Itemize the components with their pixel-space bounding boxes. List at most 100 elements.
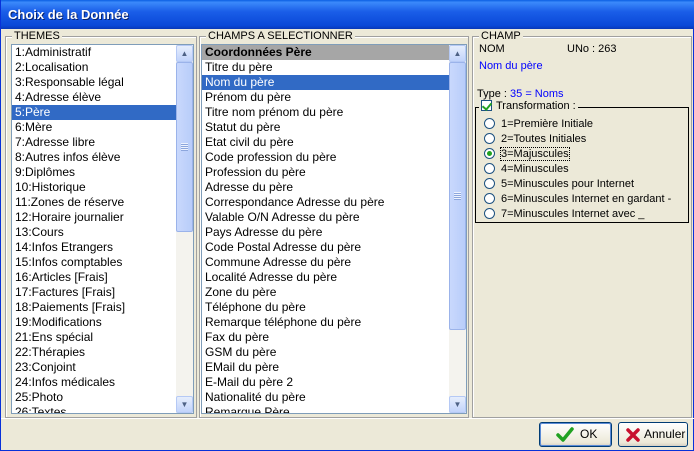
theme-list-item[interactable]: 2:Localisation bbox=[12, 60, 176, 75]
theme-list-item[interactable]: 12:Horaire journalier bbox=[12, 210, 176, 225]
title-bar[interactable]: Choix de la Donnée bbox=[1, 0, 694, 29]
theme-list-item[interactable]: 21:Ens spécial bbox=[12, 330, 176, 345]
champ-list-item[interactable]: Prénom du père bbox=[202, 90, 449, 105]
champ-list-item[interactable]: Fax du père bbox=[202, 330, 449, 345]
theme-list-item[interactable]: 6:Mère bbox=[12, 120, 176, 135]
radio-button-icon[interactable] bbox=[484, 208, 495, 219]
transformation-option[interactable]: 5=Minuscules pour Internet bbox=[484, 178, 634, 192]
champ-list-item[interactable]: Remarque téléphone du père bbox=[202, 315, 449, 330]
scroll-down-arrow-icon[interactable]: ▼ bbox=[449, 396, 466, 413]
theme-list-item[interactable]: 19:Modifications bbox=[12, 315, 176, 330]
champ-list-item[interactable]: E-Mail du père 2 bbox=[202, 375, 449, 390]
scroll-up-arrow-icon[interactable]: ▲ bbox=[449, 45, 466, 62]
champ-list-item[interactable]: Remarque Père bbox=[202, 405, 449, 413]
scroll-thumb[interactable] bbox=[176, 62, 193, 232]
radio-button-icon[interactable] bbox=[484, 178, 495, 189]
champ-list-item[interactable]: Pays Adresse du père bbox=[202, 225, 449, 240]
theme-list-item[interactable]: 5:Père bbox=[12, 105, 176, 120]
champ-list-item[interactable]: EMail du père bbox=[202, 360, 449, 375]
ok-label: OK bbox=[580, 427, 598, 441]
radio-button-icon[interactable] bbox=[484, 193, 495, 204]
type-label: Type : bbox=[477, 88, 511, 100]
transformation-option[interactable]: 2=Toutes Initiales bbox=[484, 133, 586, 147]
champ-list-item[interactable]: Téléphone du père bbox=[202, 300, 449, 315]
theme-list-item[interactable]: 18:Paiements [Frais] bbox=[12, 300, 176, 315]
ok-button[interactable]: OK bbox=[539, 422, 612, 447]
champ-list-item[interactable]: Valable O/N Adresse du père bbox=[202, 210, 449, 225]
radio-button-icon[interactable] bbox=[484, 133, 495, 144]
themes-scrollbar[interactable]: ▲ ▼ bbox=[176, 45, 193, 413]
champ-header-item[interactable]: Coordonnées Père bbox=[202, 45, 449, 60]
champ-list-item[interactable]: Nom du père bbox=[202, 75, 449, 90]
champ-title: CHAMP bbox=[479, 30, 523, 43]
cancel-x-icon bbox=[626, 428, 640, 442]
theme-list-item[interactable]: 24:Infos médicales bbox=[12, 375, 176, 390]
champs-list[interactable]: Coordonnées Père Titre du père Nom du père… bbox=[201, 44, 467, 414]
champ-list-item[interactable]: Titre nom prénom du père bbox=[202, 105, 449, 120]
radio-label: 3=Majuscules bbox=[500, 147, 570, 161]
theme-list-item[interactable]: 25:Photo bbox=[12, 390, 176, 405]
grip-icon bbox=[181, 143, 188, 151]
theme-list-item[interactable]: 15:Infos comptables bbox=[12, 255, 176, 270]
type-line: Type : 35 = Noms bbox=[477, 88, 564, 100]
transformation-option[interactable]: 4=Minuscules bbox=[484, 163, 569, 177]
champ-list-item[interactable]: Code Postal Adresse du père bbox=[202, 240, 449, 255]
scroll-up-arrow-icon[interactable]: ▲ bbox=[176, 45, 193, 62]
type-value: 35 = Noms bbox=[510, 88, 564, 100]
champ-list-item[interactable]: Nationalité du père bbox=[202, 390, 449, 405]
radio-button-icon[interactable] bbox=[484, 118, 495, 129]
transformation-checkbox[interactable]: Transformation : bbox=[479, 100, 578, 112]
theme-list-item[interactable]: 14:Infos Etrangers bbox=[12, 240, 176, 255]
themes-items: 1:Administratif 2:Localisation 3:Responsab… bbox=[12, 45, 176, 413]
radio-label: 1=Première Initiale bbox=[501, 118, 594, 130]
dialog-window: Choix de la Donnée THEMES 1:Administrati… bbox=[0, 0, 694, 451]
theme-list-item[interactable]: 11:Zones de réserve bbox=[12, 195, 176, 210]
champ-list-item[interactable]: Adresse du père bbox=[202, 180, 449, 195]
champ-list-item[interactable]: GSM du père bbox=[202, 345, 449, 360]
radio-label: 6=Minuscules Internet en gardant - bbox=[501, 193, 672, 205]
theme-list-item[interactable]: 22:Thérapies bbox=[12, 345, 176, 360]
nom-label: NOM bbox=[479, 43, 505, 55]
theme-list-item[interactable]: 9:Diplômes bbox=[12, 165, 176, 180]
transformation-group: Transformation : 1=Première Initiale 2=To… bbox=[475, 100, 689, 223]
radio-label: 5=Minuscules pour Internet bbox=[501, 178, 634, 190]
theme-list-item[interactable]: 4:Adresse élève bbox=[12, 90, 176, 105]
scroll-down-arrow-icon[interactable]: ▼ bbox=[176, 396, 193, 413]
theme-list-item[interactable]: 13:Cours bbox=[12, 225, 176, 240]
radio-button-icon[interactable] bbox=[484, 163, 495, 174]
champ-list-item[interactable]: Statut du père bbox=[202, 120, 449, 135]
theme-list-item[interactable]: 7:Adresse libre bbox=[12, 135, 176, 150]
theme-list-item[interactable]: 17:Factures [Frais] bbox=[12, 285, 176, 300]
theme-list-item[interactable]: 10:Historique bbox=[12, 180, 176, 195]
theme-list-item[interactable]: 16:Articles [Frais] bbox=[12, 270, 176, 285]
radio-button-icon[interactable] bbox=[484, 148, 495, 159]
transformation-option[interactable]: 1=Première Initiale bbox=[484, 118, 593, 132]
checkbox-icon[interactable] bbox=[481, 100, 492, 111]
themes-list[interactable]: 1:Administratif 2:Localisation 3:Responsab… bbox=[11, 44, 194, 414]
champ-list-item[interactable]: Etat civil du père bbox=[202, 135, 449, 150]
theme-list-item[interactable]: 8:Autres infos élève bbox=[12, 150, 176, 165]
champ-list-item[interactable]: Correspondance Adresse du père bbox=[202, 195, 449, 210]
champ-list-item[interactable]: Localité Adresse du père bbox=[202, 270, 449, 285]
champ-list-item[interactable]: Zone du père bbox=[202, 285, 449, 300]
scroll-thumb[interactable] bbox=[449, 62, 466, 330]
theme-list-item[interactable]: 3:Responsable légal bbox=[12, 75, 176, 90]
champs-scrollbar[interactable]: ▲ ▼ bbox=[449, 45, 466, 413]
cancel-button[interactable]: Annuler bbox=[618, 422, 688, 447]
champ-list-item[interactable]: Profession du père bbox=[202, 165, 449, 180]
champ-list-item[interactable]: Titre du père bbox=[202, 60, 449, 75]
grip-icon bbox=[454, 192, 461, 200]
checkmark-icon bbox=[556, 427, 574, 442]
button-bar: OK Annuler bbox=[1, 418, 694, 451]
theme-list-item[interactable]: 23:Conjoint bbox=[12, 360, 176, 375]
champ-list-item[interactable]: Commune Adresse du père bbox=[202, 255, 449, 270]
transformation-option[interactable]: 7=Minuscules Internet avec _ bbox=[484, 208, 644, 222]
transformation-option[interactable]: 6=Minuscules Internet en gardant - bbox=[484, 193, 671, 207]
theme-list-item[interactable]: 26:Textes bbox=[12, 405, 176, 413]
theme-list-item[interactable]: 1:Administratif bbox=[12, 45, 176, 60]
champ-list-item[interactable]: Code profession du père bbox=[202, 150, 449, 165]
radio-label: 4=Minuscules bbox=[501, 163, 569, 175]
field-name: Nom du père bbox=[479, 60, 543, 72]
transformation-option[interactable]: 3=Majuscules bbox=[484, 147, 570, 162]
transformation-label: Transformation : bbox=[496, 100, 576, 112]
